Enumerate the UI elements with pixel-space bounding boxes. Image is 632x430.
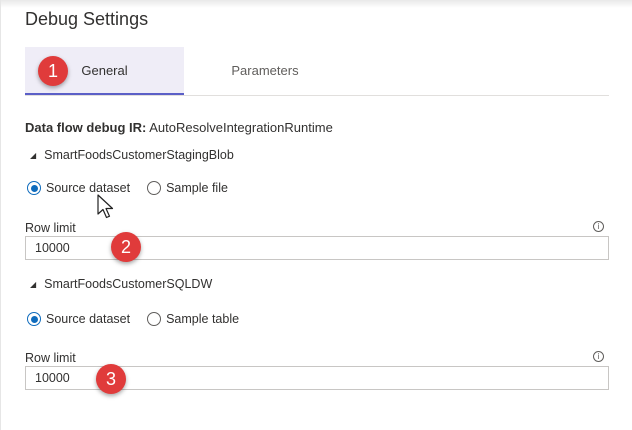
source-type-radio-group: Source dataset Sample table [27,312,256,326]
source-type-radio-group: Source dataset Sample file [27,181,245,195]
info-icon[interactable]: i [593,221,604,232]
radio-unchecked-icon[interactable] [147,312,162,326]
radio-sample-file[interactable]: Sample file [147,181,228,195]
tab-parameters[interactable]: Parameters [184,47,346,94]
panel-left-border [0,0,1,430]
radio-source-dataset[interactable]: Source dataset [27,312,130,326]
source-header-staging-blob[interactable]: ◢ SmartFoodsCustomerStagingBlob [30,148,234,162]
callout-badge: 3 [96,364,126,394]
collapse-caret-icon[interactable]: ◢ [30,280,36,289]
mouse-pointer-icon [97,194,114,219]
debug-ir-value: AutoResolveIntegrationRuntime [149,120,333,135]
tab-parameters-label: Parameters [231,63,299,78]
debug-ir-label: Data flow debug IR: [25,120,147,135]
tab-bar: General Parameters [25,47,609,96]
source-name: SmartFoodsCustomerStagingBlob [44,148,234,162]
source-header-sqldw[interactable]: ◢ SmartFoodsCustomerSQLDW [30,277,212,291]
callout-badge: 1 [38,56,68,86]
row-limit-label: Row limit [25,351,76,365]
callout-badge: 2 [111,232,141,262]
radio-checked-icon[interactable] [27,312,41,326]
tab-general-label: General [81,62,128,78]
radio-source-dataset[interactable]: Source dataset [27,181,130,195]
panel-top-shadow [0,0,632,8]
radio-label: Sample file [166,181,228,195]
radio-sample-table[interactable]: Sample table [147,312,239,326]
collapse-caret-icon[interactable]: ◢ [30,151,36,160]
radio-label: Source dataset [46,312,131,326]
radio-label: Sample table [166,312,240,326]
row-limit-label: Row limit [25,221,76,235]
radio-checked-icon[interactable] [27,181,41,195]
debug-ir-line: Data flow debug IR: AutoResolveIntegrati… [25,120,333,135]
radio-label: Source dataset [46,181,131,195]
radio-unchecked-icon[interactable] [147,181,162,195]
info-icon[interactable]: i [593,351,604,362]
source-name: SmartFoodsCustomerSQLDW [44,277,213,291]
panel-title: Debug Settings [25,9,149,29]
